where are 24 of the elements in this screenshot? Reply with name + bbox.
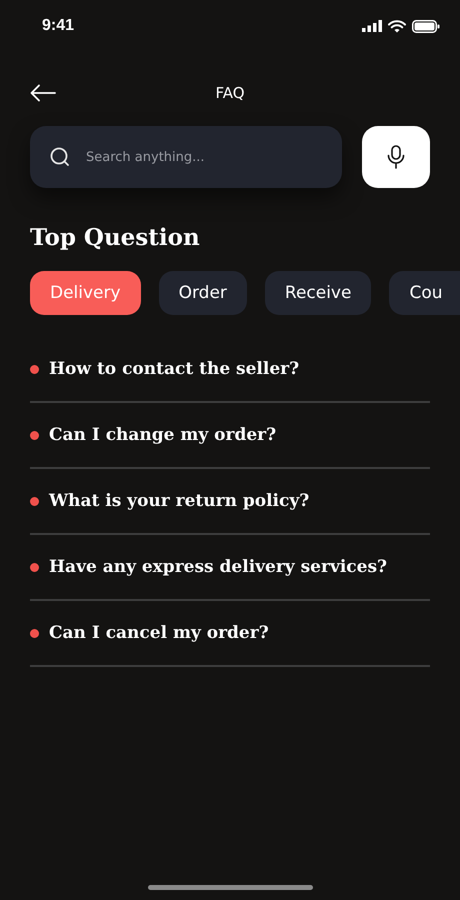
wifi-icon [388, 20, 406, 32]
microphone-icon [387, 145, 405, 169]
bullet-dot [30, 496, 39, 506]
page-title: FAQ [215, 84, 245, 102]
question-link[interactable]: Can I change my order? [49, 425, 276, 445]
category-tab[interactable]: Cou [389, 271, 460, 315]
section-heading: Top Question [30, 224, 201, 251]
category-tab[interactable]: Receive [264, 271, 372, 315]
bullet-dot [30, 562, 39, 572]
search-icon [50, 147, 70, 167]
status-time: 9:41 [42, 17, 74, 35]
search-field[interactable]: Search anything... [84, 148, 322, 166]
bullet-dot [30, 430, 39, 440]
microphone-button[interactable] [362, 126, 430, 188]
question-link[interactable]: How to contact the seller? [49, 359, 300, 379]
bullet-dot [30, 628, 39, 638]
question-link[interactable]: What is your return policy? [49, 491, 310, 511]
question-link[interactable]: Can I cancel my order? [49, 623, 269, 643]
signal-icon [362, 20, 382, 32]
battery-icon [412, 20, 440, 32]
question-link[interactable]: Have any express delivery services? [49, 557, 387, 577]
back-arrow-icon[interactable] [30, 84, 56, 102]
category-tab[interactable]: Order [158, 271, 247, 315]
bullet-dot [30, 364, 39, 374]
